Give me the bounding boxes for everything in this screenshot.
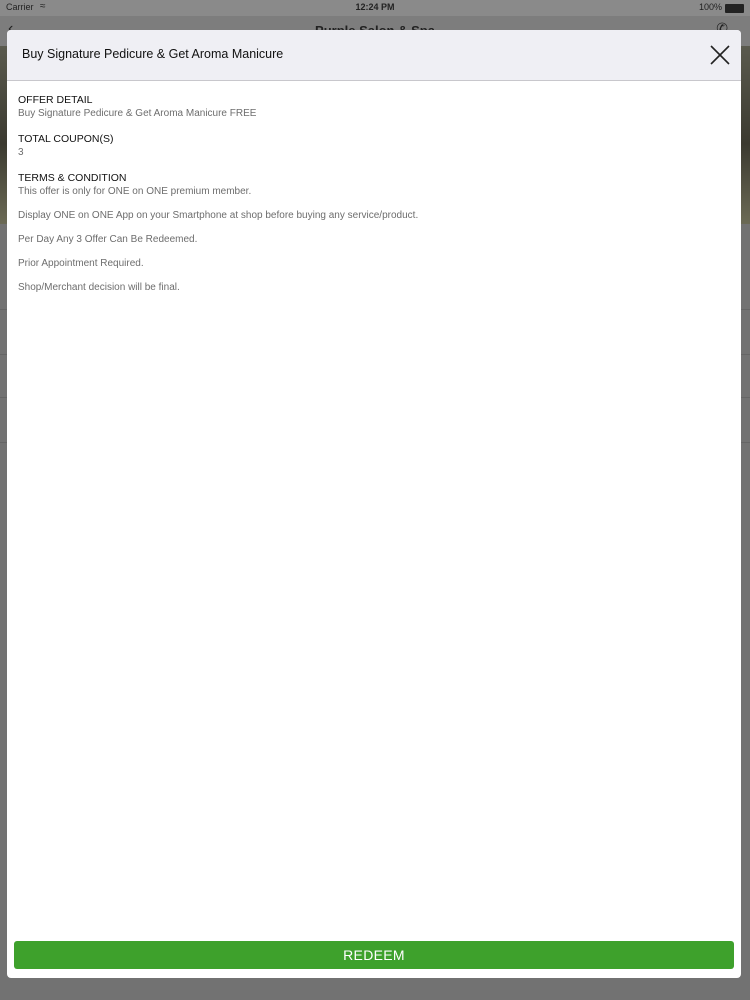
- offer-detail-label: OFFER DETAIL: [18, 94, 93, 106]
- battery-icon: [725, 4, 744, 13]
- offer-detail-section: OFFER DETAIL Buy Signature Pedicure & Ge…: [18, 94, 728, 120]
- terms-item: This offer is only for ONE on ONE premiu…: [18, 186, 252, 197]
- battery-percent: 100%: [698, 2, 722, 12]
- terms-item: Prior Appointment Required.: [18, 258, 144, 269]
- total-coupons-section: TOTAL COUPON(S) 3: [18, 133, 728, 159]
- terms-item: Per Day Any 3 Offer Can Be Redeemed.: [18, 234, 198, 245]
- offer-modal: Buy Signature Pedicure & Get Aroma Manic…: [7, 30, 741, 978]
- status-bar: Carrier ≈ 12:24 PM 100%: [0, 0, 750, 16]
- close-icon: [710, 45, 730, 65]
- close-button[interactable]: [707, 42, 733, 68]
- modal-header: Buy Signature Pedicure & Get Aroma Manic…: [7, 30, 741, 81]
- terms-section: TERMS & CONDITION This offer is only for…: [18, 172, 728, 294]
- redeem-button[interactable]: REDEEM: [14, 941, 734, 969]
- terms-item: Display ONE on ONE App on your Smartphon…: [18, 210, 419, 221]
- offer-detail-value: Buy Signature Pedicure & Get Aroma Manic…: [18, 108, 257, 119]
- total-coupons-label: TOTAL COUPON(S): [18, 133, 114, 145]
- terms-item: Shop/Merchant decision will be final.: [18, 282, 180, 293]
- modal-title: Buy Signature Pedicure & Get Aroma Manic…: [22, 47, 284, 61]
- offer-content: OFFER DETAIL Buy Signature Pedicure & Ge…: [18, 94, 728, 307]
- terms-label: TERMS & CONDITION: [18, 172, 127, 184]
- total-coupons-value: 3: [18, 147, 24, 158]
- status-time: 12:24 PM: [355, 2, 395, 12]
